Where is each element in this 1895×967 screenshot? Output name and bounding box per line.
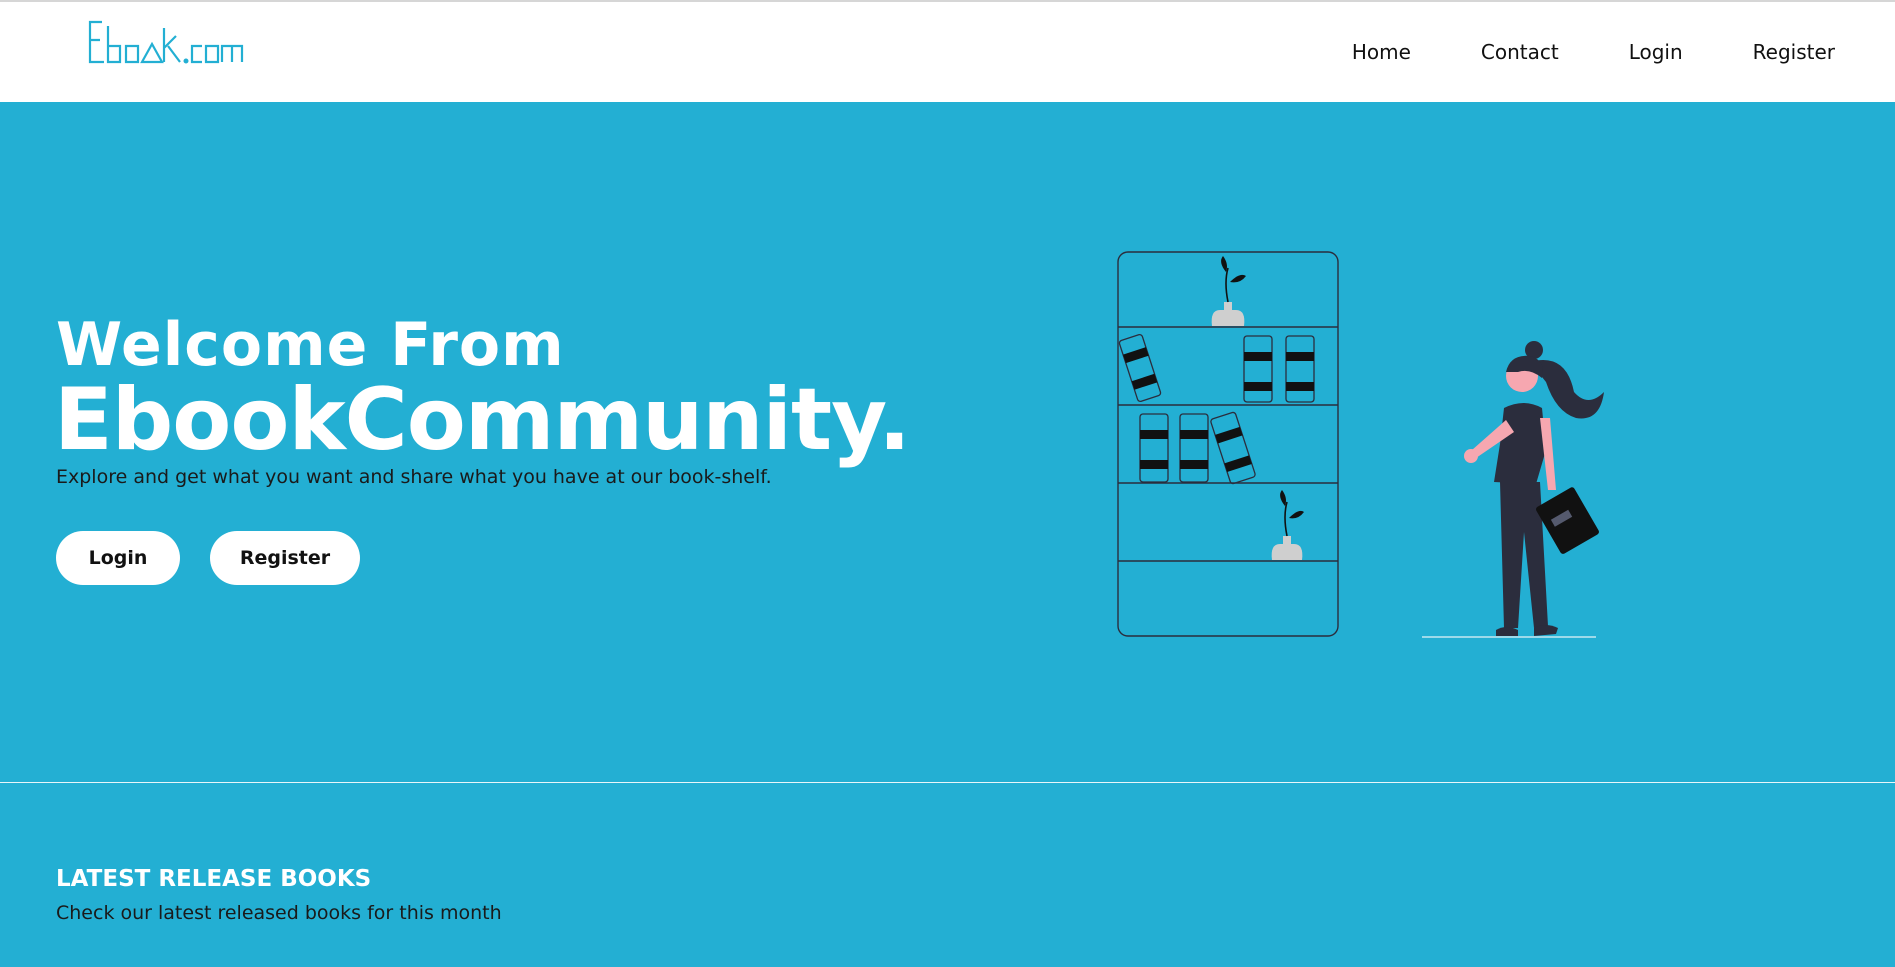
hero-register-button[interactable]: Register bbox=[210, 531, 360, 585]
books-row-2 bbox=[1139, 411, 1256, 485]
plant-icon-small bbox=[1271, 490, 1304, 560]
bookshelf-woman-illustration bbox=[1117, 251, 1604, 638]
nav-register[interactable]: Register bbox=[1753, 40, 1835, 64]
nav-links: Home Contact Login Register bbox=[1282, 2, 1835, 102]
books-row-1 bbox=[1118, 333, 1315, 403]
hero-section: Welcome From EbookCommunity. Explore and… bbox=[0, 102, 1895, 782]
nav-home[interactable]: Home bbox=[1352, 40, 1411, 64]
hero-login-button[interactable]: Login bbox=[56, 531, 180, 585]
plant-icon bbox=[1211, 256, 1246, 326]
latest-books-title: LATEST RELEASE BOOKS bbox=[56, 866, 372, 892]
section-divider bbox=[0, 782, 1895, 783]
hero-tagline: Explore and get what you want and share … bbox=[56, 466, 772, 488]
latest-books-subtitle: Check our latest released books for this… bbox=[56, 902, 502, 924]
navbar: Home Contact Login Register bbox=[0, 2, 1895, 102]
hero-title: EbookCommunity. bbox=[54, 370, 911, 470]
nav-contact[interactable]: Contact bbox=[1481, 40, 1559, 64]
nav-login[interactable]: Login bbox=[1629, 40, 1683, 64]
logo[interactable] bbox=[88, 18, 268, 66]
woman-reading-icon bbox=[1464, 341, 1604, 636]
